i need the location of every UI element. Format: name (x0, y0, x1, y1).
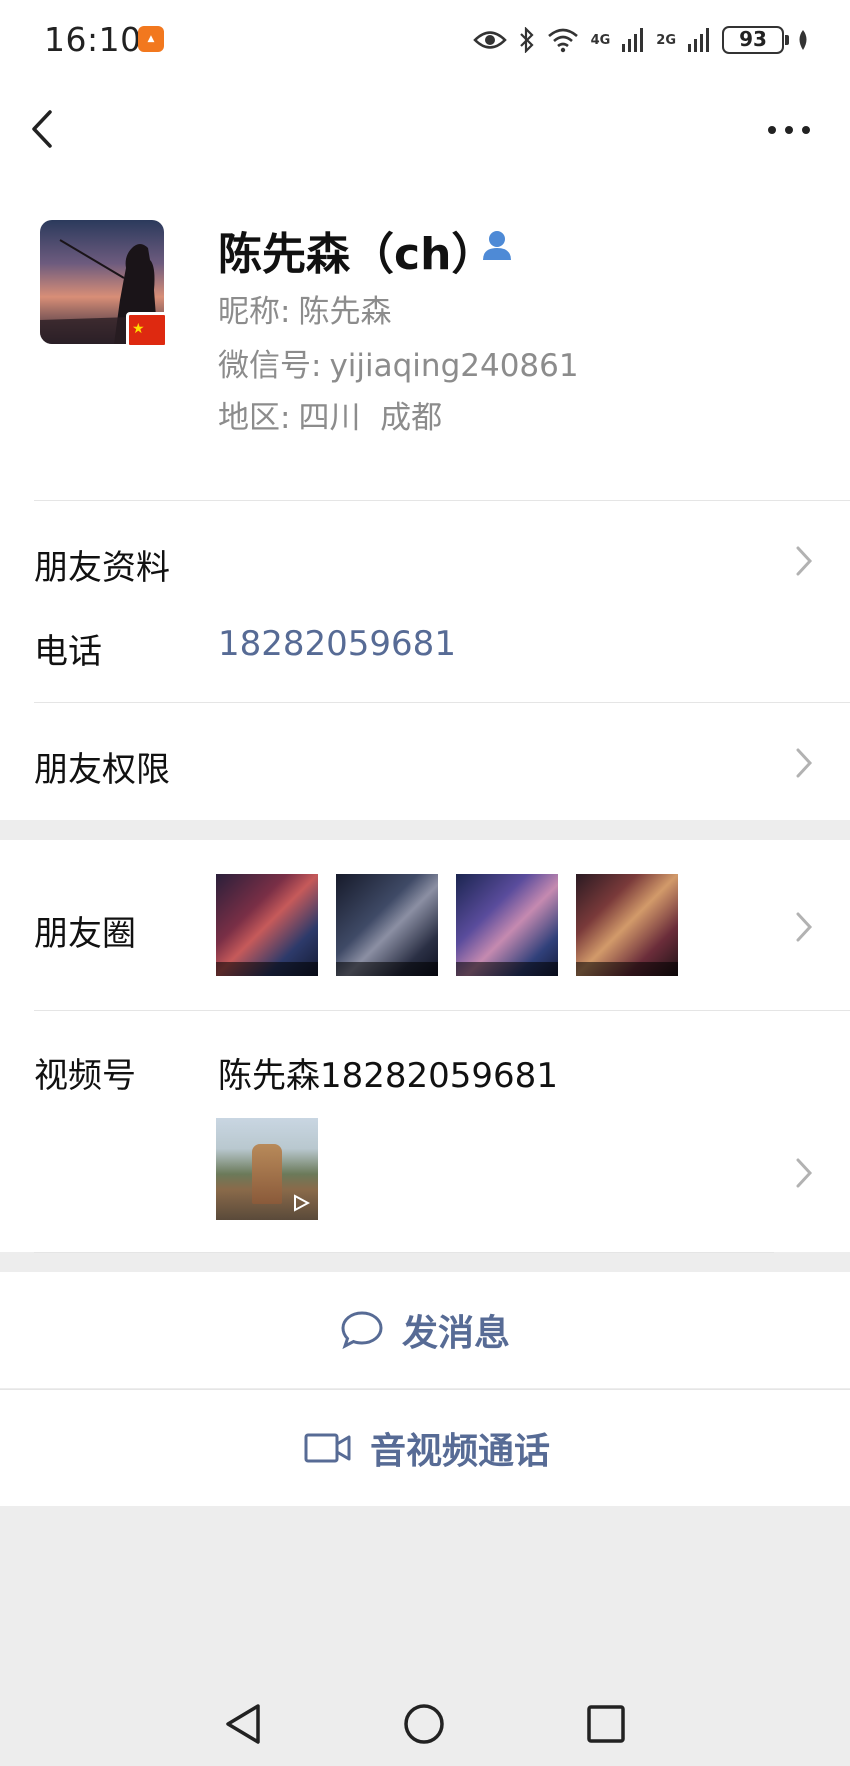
status-icons: 4G 2G 93 (472, 22, 810, 58)
region-line: 地区: 四川 成都 (218, 392, 442, 437)
signal-bars-icon (622, 28, 644, 52)
divider (34, 500, 850, 501)
nickname-label: 昵称: (218, 294, 291, 330)
wifi-icon (547, 28, 578, 53)
wechat-id-label: 微信号: (218, 348, 322, 384)
nav-back-icon[interactable] (220, 1700, 268, 1748)
region-label: 地区: (218, 400, 291, 436)
moments-photo-thumbnail[interactable] (216, 874, 318, 976)
signal-4g-label: 4G (590, 32, 611, 48)
chat-bubble-icon (341, 1311, 383, 1350)
wechat-id-line: 微信号: yijiaqing240861 (218, 340, 579, 385)
nickname-value: 陈先森 (298, 294, 392, 330)
moments-photo-thumbnail[interactable] (576, 874, 678, 976)
moments-photo-thumbnail[interactable] (456, 874, 558, 976)
send-message-button[interactable]: 发消息 (0, 1272, 850, 1388)
video-camera-icon (304, 1433, 351, 1463)
eye-icon (472, 31, 507, 49)
moments-row[interactable]: 朋友圈 (34, 906, 136, 955)
chevron-right-icon[interactable] (794, 746, 814, 780)
channels-label: 视频号 (34, 1056, 136, 1096)
play-icon (294, 1194, 310, 1212)
chevron-right-icon[interactable] (794, 544, 814, 578)
divider (34, 1252, 774, 1253)
audio-video-call-label: 音视频通话 (370, 1431, 551, 1472)
nav-home-icon[interactable] (400, 1700, 448, 1748)
divider (34, 702, 850, 703)
channels-video-thumbnail[interactable] (216, 1118, 318, 1220)
status-time: 16:10 (44, 20, 142, 59)
remark-name: 陈先森（ch） (218, 229, 496, 280)
region-value: 四川 成都 (298, 400, 443, 436)
signal-2g-label: 2G (656, 32, 676, 48)
back-icon[interactable] (24, 104, 64, 154)
chevron-right-icon[interactable] (794, 910, 814, 944)
friend-info-row[interactable]: 朋友资料 (34, 540, 170, 589)
bluetooth-icon (519, 27, 534, 53)
moments-photo-thumbnail[interactable] (336, 874, 438, 976)
more-dots-icon[interactable] (764, 118, 814, 142)
contact-profile-screen: 16:10 ▲ 4G 2G 93 ★ 陈先森（ch） 昵称: 陈先森 微信号: … (0, 0, 850, 1766)
signal-bars-icon-2 (688, 28, 709, 52)
leaf-icon (799, 30, 807, 50)
battery-indicator: 93 (722, 26, 789, 54)
nav-recents-icon[interactable] (582, 1700, 630, 1748)
flag-badge-icon: ★ (126, 312, 168, 348)
chevron-right-icon[interactable] (794, 1156, 814, 1190)
divider (34, 1010, 850, 1011)
person-icon (483, 231, 511, 260)
send-message-label: 发消息 (402, 1313, 511, 1354)
fountain-image (252, 1144, 282, 1204)
phone-number-link[interactable]: 18282059681 (218, 624, 456, 664)
friend-permissions-row[interactable]: 朋友权限 (34, 742, 170, 791)
phone-label: 电话 (34, 632, 102, 672)
nickname-line: 昵称: 陈先森 (218, 286, 391, 331)
status-bar: 16:10 ▲ 4G 2G 93 (0, 0, 850, 80)
channels-name[interactable]: 陈先森18282059681 (218, 1048, 558, 1097)
audio-video-call-button[interactable]: 音视频通话 (0, 1390, 850, 1506)
wechat-id-value[interactable]: yijiaqing240861 (329, 348, 578, 384)
app-notification-icon: ▲ (138, 26, 164, 52)
profile-card (0, 80, 850, 820)
